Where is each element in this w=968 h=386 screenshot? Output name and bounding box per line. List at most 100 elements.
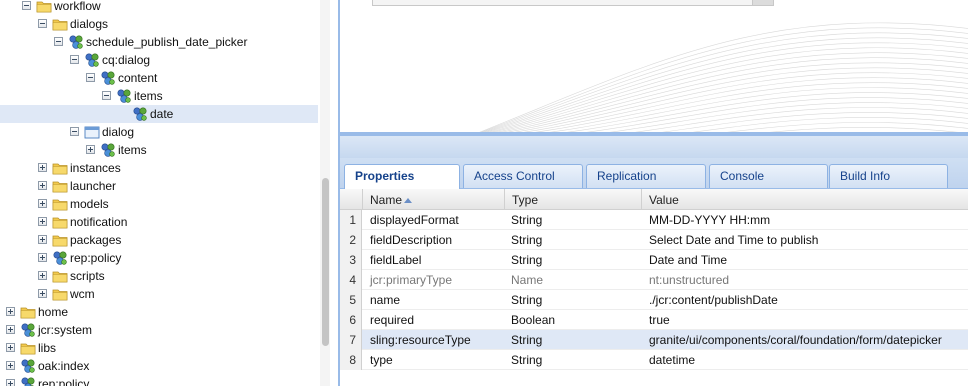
column-header-type[interactable]: Type [504, 189, 641, 209]
property-row[interactable]: 7 sling:resourceType String granite/ui/comp… [340, 330, 968, 350]
tree-node-label: rep:policy [38, 377, 90, 386]
property-row[interactable]: 1 displayedFormat String MM-DD-YYYY HH:mm [340, 210, 968, 230]
property-row[interactable]: 4 jcr:primaryType Name nt:unstructured [340, 270, 968, 290]
property-value-cell[interactable]: MM-DD-YYYY HH:mm [649, 213, 770, 227]
property-value-cell[interactable]: Date and Time [649, 253, 727, 267]
property-type-cell[interactable]: Boolean [511, 313, 555, 327]
expand-icon[interactable] [38, 163, 47, 172]
tree-node-label: rep:policy [70, 251, 122, 265]
property-value-cell[interactable]: nt:unstructured [649, 273, 729, 287]
tree-node[interactable]: models [0, 195, 318, 213]
property-name-cell[interactable]: displayedFormat [370, 213, 459, 227]
property-name-cell[interactable]: fieldDescription [370, 233, 452, 247]
component-node-icon [20, 376, 36, 386]
tree-node[interactable]: libs [0, 339, 318, 357]
expand-icon[interactable] [38, 253, 47, 262]
row-number: 1 [349, 213, 356, 227]
property-row[interactable]: 8 type String datetime [340, 350, 968, 370]
tree-node[interactable]: dialogs [0, 15, 318, 33]
tree-scrollbar-thumb[interactable] [322, 178, 329, 346]
column-header-value[interactable]: Value [641, 189, 968, 209]
tree-node[interactable]: packages [0, 231, 318, 249]
tab-properties[interactable]: Properties [344, 164, 460, 189]
tree-node[interactable]: schedule_publish_date_picker [0, 33, 318, 51]
tab-console[interactable]: Console [709, 164, 828, 188]
collapse-icon[interactable] [102, 91, 111, 100]
component-node-icon [68, 34, 84, 50]
property-value-cell[interactable]: true [649, 313, 670, 327]
tree-node-label: scripts [70, 269, 105, 283]
property-value-cell[interactable]: granite/ui/components/coral/foundation/f… [649, 333, 942, 347]
tab-replication[interactable]: Replication [586, 164, 706, 188]
property-name-cell[interactable]: type [370, 353, 393, 367]
property-row[interactable]: 5 name String ./jcr:content/publishDate [340, 290, 968, 310]
property-row[interactable]: 2 fieldDescription String Select Date and T… [340, 230, 968, 250]
property-type-cell[interactable]: String [511, 253, 542, 267]
tree-node[interactable]: workflow [0, 0, 318, 15]
collapse-icon[interactable] [70, 127, 79, 136]
tree-node-label: cq:dialog [102, 53, 151, 67]
sort-ascending-icon [404, 198, 412, 203]
property-type-cell[interactable]: String [511, 353, 542, 367]
folder-icon [20, 340, 36, 356]
expand-icon[interactable] [6, 307, 15, 316]
property-type-cell[interactable]: String [511, 293, 542, 307]
tree-node[interactable]: date [0, 105, 318, 123]
tree-node[interactable]: oak:index [0, 357, 318, 375]
collapse-icon[interactable] [38, 19, 47, 28]
tree-node[interactable]: content [0, 69, 318, 87]
property-value-cell[interactable]: Select Date and Time to publish [649, 233, 818, 247]
tree-node[interactable]: jcr:system [0, 321, 318, 339]
component-node-icon [100, 70, 116, 86]
property-value-cell[interactable]: datetime [649, 353, 695, 367]
property-type-cell[interactable]: String [511, 213, 542, 227]
tab-access-control[interactable]: Access Control [463, 164, 583, 188]
tree-node[interactable]: rep:policy [0, 249, 318, 267]
tree-node[interactable]: instances [0, 159, 318, 177]
folder-icon [52, 16, 68, 32]
tab-replication-label: Replication [597, 169, 657, 183]
column-header-name[interactable]: Name [362, 189, 504, 209]
expand-icon[interactable] [38, 289, 47, 298]
property-name-cell[interactable]: name [370, 293, 400, 307]
expand-icon[interactable] [86, 145, 95, 154]
folder-icon [52, 196, 68, 212]
tree-node[interactable]: items [0, 87, 318, 105]
expand-icon[interactable] [6, 325, 15, 334]
tree-node[interactable]: notification [0, 213, 318, 231]
property-value-cell[interactable]: ./jcr:content/publishDate [649, 293, 778, 307]
property-type-cell[interactable]: String [511, 233, 542, 247]
tree-node[interactable]: rep:policy [0, 375, 318, 386]
row-number: 8 [349, 353, 356, 367]
expand-icon[interactable] [38, 217, 47, 226]
expand-icon[interactable] [6, 343, 15, 352]
expand-icon[interactable] [38, 271, 47, 280]
property-type-cell[interactable]: Name [511, 273, 543, 287]
expand-icon[interactable] [38, 181, 47, 190]
collapse-icon[interactable] [86, 73, 95, 82]
property-name-cell[interactable]: sling:resourceType [370, 333, 471, 347]
tree-node[interactable]: wcm [0, 285, 318, 303]
tree-node[interactable]: scripts [0, 267, 318, 285]
collapse-icon[interactable] [22, 1, 31, 10]
collapse-icon[interactable] [70, 55, 79, 64]
tree-node[interactable]: launcher [0, 177, 318, 195]
expand-icon[interactable] [38, 235, 47, 244]
row-number: 7 [349, 333, 356, 347]
property-row[interactable]: 3 fieldLabel String Date and Time [340, 250, 968, 270]
property-type-cell[interactable]: String [511, 333, 542, 347]
row-number-cell: 1 [340, 210, 362, 230]
collapse-icon[interactable] [54, 37, 63, 46]
expand-icon[interactable] [6, 361, 15, 370]
expand-icon[interactable] [6, 379, 15, 386]
property-row[interactable]: 6 required Boolean true [340, 310, 968, 330]
tree-node[interactable]: home [0, 303, 318, 321]
tree-node[interactable]: dialog [0, 123, 318, 141]
property-name-cell[interactable]: jcr:primaryType [370, 273, 452, 287]
property-name-cell[interactable]: fieldLabel [370, 253, 421, 267]
property-name-cell[interactable]: required [370, 313, 414, 327]
tab-build-info[interactable]: Build Info [829, 164, 948, 188]
tree-node[interactable]: items [0, 141, 318, 159]
tree-node[interactable]: cq:dialog [0, 51, 318, 69]
expand-icon[interactable] [38, 199, 47, 208]
